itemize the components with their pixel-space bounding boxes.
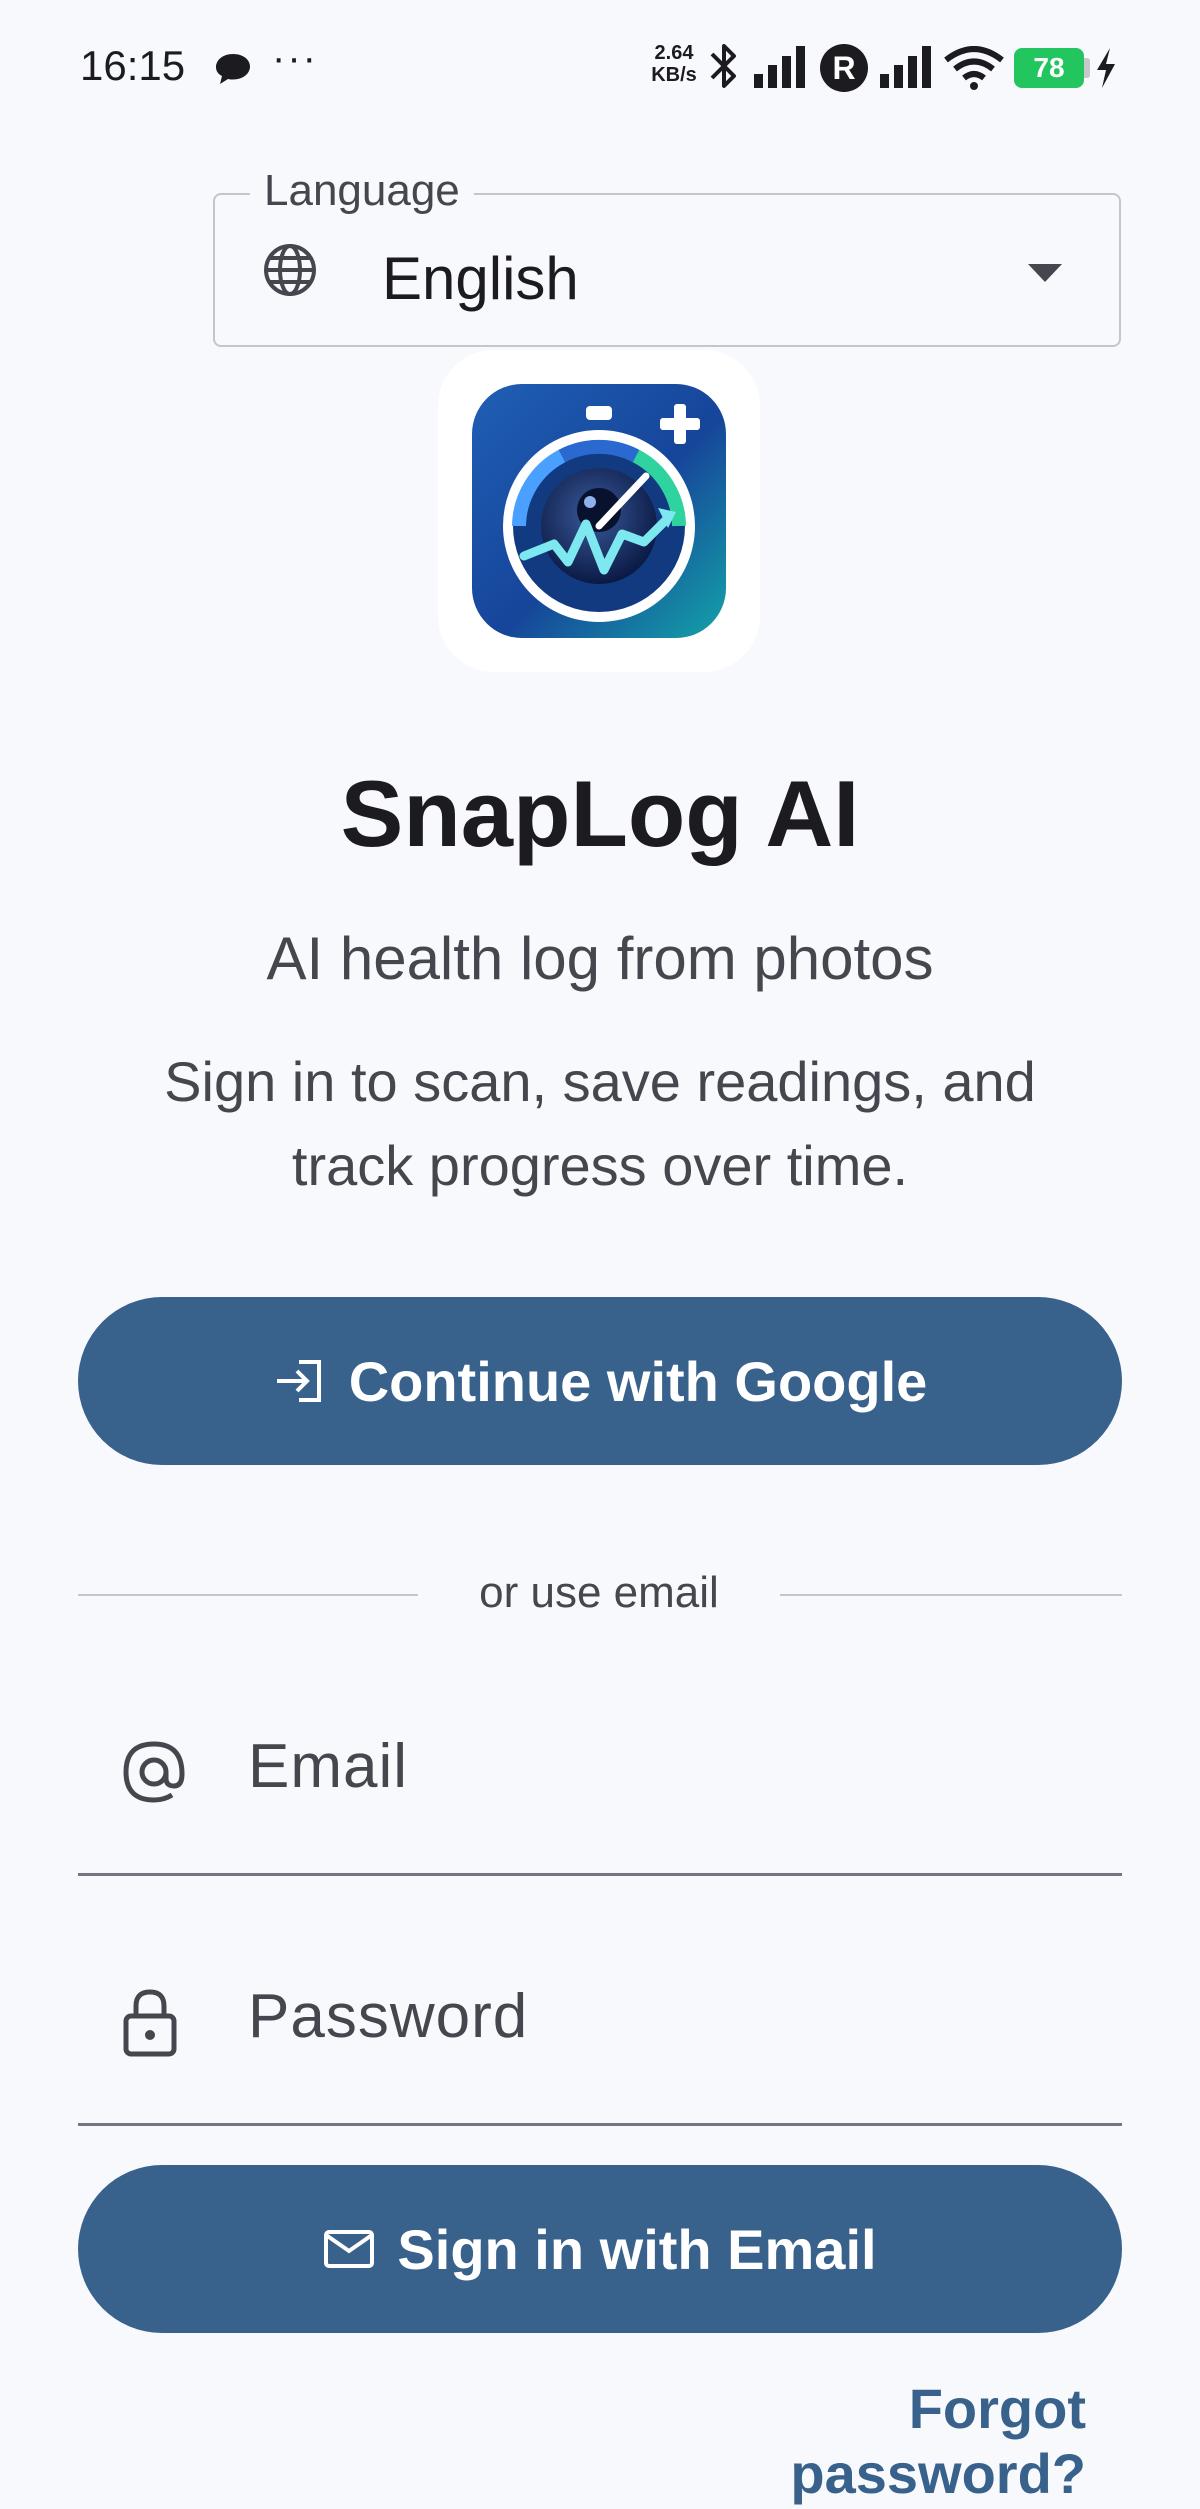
login-arrow-icon [273, 1358, 327, 1404]
network-speed: 2.64 KB/s [646, 42, 702, 86]
app-description: Sign in to scan, save readings, and trac… [164, 1050, 1036, 1197]
message-bubble-icon [214, 52, 252, 93]
charging-bolt-icon [1094, 46, 1118, 95]
status-bar: 16:15 ··· 2.64 KB/s R 78 [0, 0, 1200, 140]
battery-cap-icon [1084, 58, 1090, 78]
password-underline [78, 2123, 1122, 2126]
continue-with-google-button[interactable]: Continue with Google [78, 1297, 1122, 1465]
dropdown-arrow-icon[interactable] [1026, 262, 1064, 289]
app-logo-icon [472, 384, 726, 643]
battery-level: 78 [1014, 48, 1084, 88]
password-input[interactable] [248, 1976, 1088, 2056]
envelope-icon [323, 2229, 375, 2269]
app-tagline: AI health log from photos [266, 925, 934, 992]
divider-line-right [780, 1594, 1122, 1596]
forgot-password-link[interactable]: Forgot password? [600, 2376, 1086, 2506]
roaming-badge: R [820, 44, 868, 92]
app-title: SnapLog AI [340, 761, 860, 866]
sign-in-with-email-button[interactable]: Sign in with Email [78, 2165, 1122, 2333]
password-field-container [78, 1876, 1122, 2126]
language-select[interactable] [213, 193, 1121, 347]
lock-icon [120, 1988, 180, 2063]
bluetooth-icon [706, 40, 742, 97]
divider-text: or use email [479, 1568, 719, 1617]
cellular-signal-icon [752, 44, 808, 95]
login-screen: 16:15 ··· 2.64 KB/s R 78 Language Englis… [0, 0, 1200, 2509]
network-speed-unit: KB/s [651, 64, 697, 86]
email-field-container [78, 1626, 1122, 1876]
at-sign-icon [120, 1738, 188, 1811]
continue-with-google-label: Continue with Google [348, 1349, 928, 1413]
globe-icon [262, 242, 318, 303]
wifi-icon [944, 46, 1004, 95]
email-input[interactable] [248, 1726, 1088, 1806]
status-time: 16:15 [80, 42, 186, 89]
network-speed-value: 2.64 [654, 42, 694, 64]
language-label: Language [250, 166, 474, 216]
sign-in-with-email-label: Sign in with Email [397, 2217, 877, 2281]
cellular-signal-2-icon [878, 44, 934, 95]
divider-line-left [78, 1594, 418, 1596]
language-selected-value: English [382, 245, 579, 312]
more-notifications-icon: ··· [272, 36, 318, 80]
